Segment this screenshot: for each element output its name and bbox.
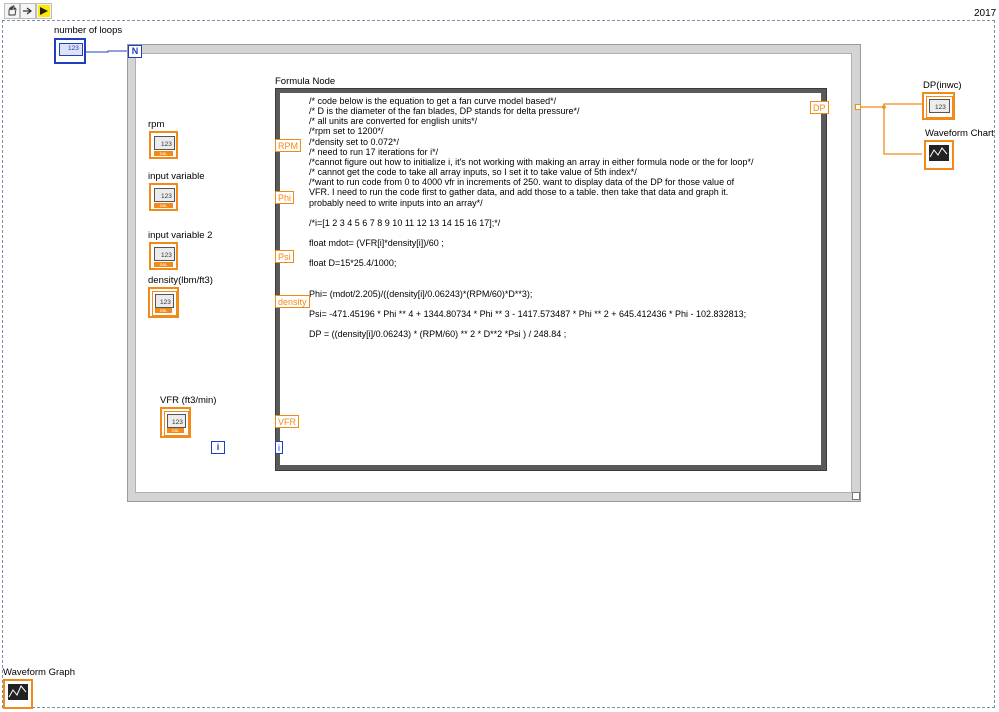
code-line: /* all units are converted for english u…: [309, 116, 478, 127]
numeric-glyph-icon: 123: [154, 188, 175, 202]
code-line: Psi= -471.45196 * Phi ** 4 + 1344.80734 …: [309, 309, 747, 320]
numeric-glyph-icon: 123: [929, 99, 950, 113]
vfr-array-control[interactable]: 123 DBL: [160, 407, 191, 438]
code-line: float mdot= (VFR[i]*density[i])/60 ;: [309, 238, 444, 249]
number-of-loops-label: number of loops: [54, 25, 123, 36]
numeric-glyph-icon: 123: [155, 294, 174, 308]
density-label: density(lbm/ft3): [148, 275, 213, 286]
dp-array-indicator[interactable]: 123: [922, 92, 955, 120]
code-line: /* D is the diameter of the fan blades, …: [309, 106, 580, 117]
vfr-label: VFR (ft3/min): [160, 395, 217, 406]
code-line: Phi= (mdot/2.205)/((density[i]/0.06243)*…: [309, 288, 533, 299]
code-line: /* code below is the equation to get a f…: [309, 96, 557, 106]
code-line: /*rpm set to 1200*/: [309, 126, 384, 137]
input-variable-label: input variable: [148, 171, 205, 182]
code-line: /*cannot figure out how to initialize i,…: [309, 156, 754, 167]
fn-input-psi[interactable]: Psi: [275, 250, 294, 263]
numeric-glyph-icon: 123: [154, 136, 175, 150]
formula-node-label: Formula Node: [275, 76, 336, 87]
waveform-chart-indicator[interactable]: [924, 140, 954, 170]
numeric-glyph-icon: 123: [167, 414, 186, 428]
waveform-graph-label: Waveform Graph: [3, 667, 75, 678]
code-line: /* need to run 17 iterations for i*/: [309, 146, 439, 157]
code-line: /*density set to 0.072*/: [309, 136, 400, 147]
chart-icon: [929, 145, 949, 161]
dp-label: DP(inwc): [923, 80, 962, 91]
fn-input-i[interactable]: i: [275, 441, 283, 454]
rpm-label: rpm: [148, 119, 165, 130]
code-line: float D=15*25.4/1000;: [309, 258, 397, 269]
fn-input-vfr[interactable]: VFR: [275, 415, 299, 428]
code-line: probably need to write inputs into an ar…: [309, 197, 483, 208]
fn-output-dp[interactable]: DP: [810, 101, 829, 114]
loop-count-terminal[interactable]: N: [128, 45, 142, 58]
numeric-glyph-icon: 123: [59, 43, 83, 56]
iteration-terminal[interactable]: i: [211, 441, 225, 454]
input-variable-control[interactable]: 123 DBL: [149, 183, 178, 211]
code-line: DP = ((density[i]/0.06243) * (RPM/60) **…: [309, 329, 567, 340]
fn-input-density[interactable]: density: [275, 295, 310, 308]
wire-chart: [883, 107, 922, 155]
wire-number-of-loops: [86, 50, 129, 53]
input-variable-2-control[interactable]: 123 DBL: [149, 242, 178, 270]
waveform-graph-indicator[interactable]: [3, 679, 33, 709]
fn-input-rpm[interactable]: RPM: [275, 139, 301, 152]
rpm-control[interactable]: 123 DBL: [149, 131, 178, 159]
waveform-chart-label: Waveform Chart: [925, 128, 994, 139]
code-line: VFR. I need to run the code first to gat…: [309, 187, 729, 198]
number-of-loops-control[interactable]: 123: [54, 38, 86, 64]
graph-icon: [8, 684, 28, 700]
code-line: /*i=[1 2 3 4 5 6 7 8 9 10 11 12 13 14 15…: [309, 217, 501, 228]
numeric-glyph-icon: 123: [154, 247, 175, 261]
code-line: /* cannot get the code to take all array…: [309, 167, 637, 178]
loop-resize-handle[interactable]: [852, 492, 860, 500]
code-line: /*want to run code from 0 to 4000 vfr in…: [309, 177, 735, 188]
loop-output-tunnel[interactable]: [855, 104, 861, 110]
density-array-control[interactable]: 123 DBL: [148, 287, 179, 318]
fn-input-phi[interactable]: Phi: [275, 191, 295, 204]
input-variable-2-label: input variable 2: [148, 230, 213, 241]
